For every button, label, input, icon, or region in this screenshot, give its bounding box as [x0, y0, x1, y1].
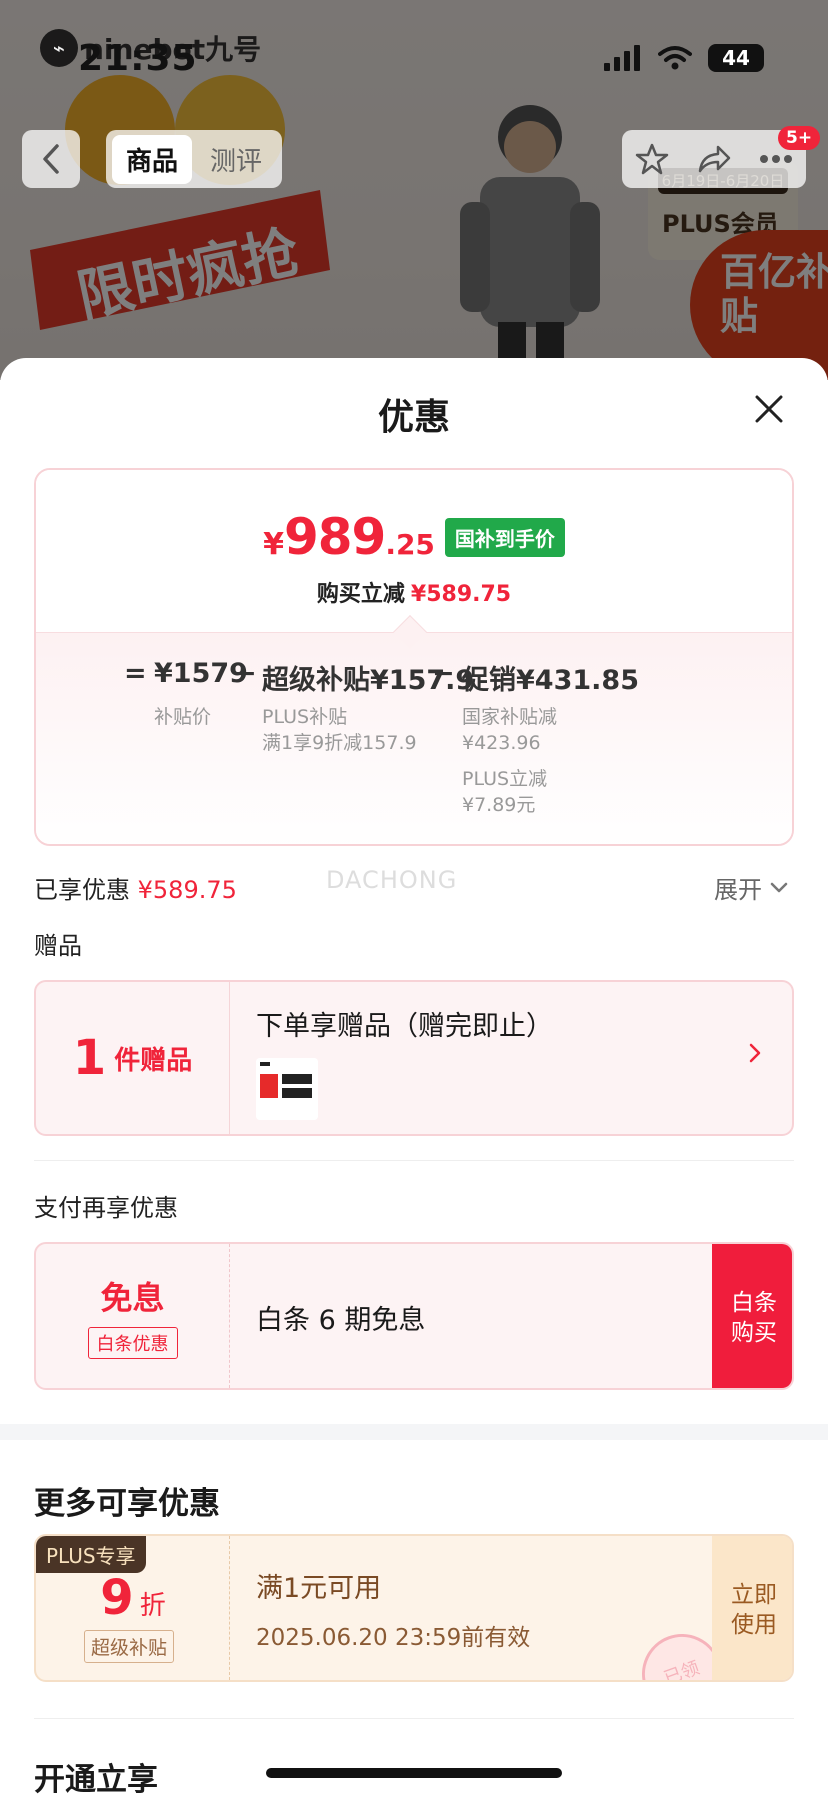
final-price: ¥ 989 .25 国补到手价 — [36, 508, 792, 566]
more-icon[interactable] — [759, 154, 793, 164]
super-subsidy-value: ¥157.9 — [370, 665, 475, 696]
battery-icon: 44 — [708, 44, 764, 72]
gift-count: 1 件赠品 — [36, 982, 230, 1134]
tab-product[interactable]: 商品 — [112, 134, 193, 184]
interest-free-badge: 免息 白条优惠 — [36, 1244, 230, 1388]
coupon-condition: 满1元可用 — [256, 1573, 382, 1604]
promotion-sub-2: ¥423.96 — [462, 732, 541, 754]
gift-count-unit: 件赠品 — [114, 1045, 193, 1076]
price-integer: 989 — [283, 508, 386, 566]
back-button[interactable] — [22, 130, 80, 188]
wifi-icon — [658, 46, 692, 70]
subsidy-price-tag: 国补到手价 — [444, 518, 565, 557]
product-navbar: 商品 测评 — [0, 130, 828, 190]
divider — [34, 1718, 794, 1719]
open-membership-title: 开通立享 — [34, 1762, 158, 1796]
share-icon[interactable] — [696, 143, 732, 175]
chevron-right-icon — [749, 1043, 761, 1063]
promotion: 促销¥431.85 — [462, 658, 639, 697]
gift-count-number: 1 — [72, 1030, 107, 1086]
baitiao-buy-label: 白条 购买 — [731, 1290, 777, 1346]
close-icon[interactable] — [748, 388, 790, 430]
expand-label: 展开 — [714, 876, 762, 904]
formula-minus-1: − — [234, 658, 257, 689]
plus-exclusive-tag: PLUS专享 — [36, 1536, 146, 1573]
instant-reduction: 购买立减 ¥589.75 — [36, 576, 792, 608]
baitiao-installment-text: 白条 6 期免息 — [256, 1305, 426, 1336]
more-offers-title: 更多可享优惠 — [34, 1486, 220, 1522]
product-tabs: 商品 测评 — [106, 130, 283, 188]
super-subsidy-label: 超级补贴 — [262, 665, 370, 696]
discount-sheet: 优惠 ¥ 989 .25 国补到手价 购买立减 ¥589.75 = ¥1579 补… — [0, 358, 828, 1796]
status-time: 21:35 — [78, 38, 198, 79]
price-summary: ¥ 989 .25 国补到手价 购买立减 ¥589.75 — [36, 470, 792, 632]
sheet-title: 优惠 — [377, 397, 450, 438]
enjoyed-label: 已享优惠 — [34, 876, 130, 904]
expand-button[interactable]: 展开 — [714, 870, 788, 905]
enjoyed-amount: ¥589.75 — [137, 876, 237, 904]
chevron-left-icon — [43, 144, 59, 174]
promotion-sub-3: PLUS立减 — [462, 768, 548, 790]
home-indicator — [266, 1768, 562, 1778]
coupon-discount-value: 9折 — [36, 1570, 230, 1626]
status-bar: ⌁ ninebot九号 21:35 44 — [0, 0, 828, 110]
promotion-sub-1: 国家补贴减 — [462, 706, 558, 728]
promotion-label: 促销 — [462, 665, 516, 696]
gift-thumbnail — [256, 1058, 318, 1120]
use-coupon-button[interactable]: 立即 使用 — [712, 1536, 792, 1680]
ninebot-logo-icon: ⌁ — [40, 29, 78, 67]
price-breakdown-card: ¥ 989 .25 国补到手价 购买立减 ¥589.75 = ¥1579 补贴价 … — [34, 468, 794, 846]
discount-unit: 折 — [139, 1591, 166, 1621]
formula-minus-2: − — [432, 658, 455, 689]
section-separator — [0, 1424, 828, 1440]
gift-card[interactable]: 1 件赠品 下单享赠品（赠完即止） — [34, 980, 794, 1136]
status-icons: 44 — [604, 44, 764, 72]
signal-icon — [604, 45, 640, 71]
watermark: DACHONG — [326, 866, 458, 894]
gift-title: 下单享赠品（赠完即止） — [256, 1011, 553, 1042]
formula-equals: = — [124, 658, 147, 689]
coupon-validity: 2025.06.20 23:59前有效 — [256, 1625, 531, 1651]
tab-review[interactable]: 测评 — [196, 135, 276, 184]
plus-coupon-card: 9折 超级补贴 PLUS专享 满1元可用 2025.06.20 23:59前有效… — [34, 1534, 794, 1682]
baitiao-buy-button[interactable]: 白条 购买 — [712, 1244, 792, 1388]
reduce-label: 购买立减 — [316, 582, 405, 607]
baitiao-discount-label: 白条优惠 — [87, 1327, 178, 1359]
use-coupon-label: 立即 使用 — [731, 1582, 777, 1638]
message-badge: 5+ — [778, 126, 821, 150]
discount-number: 9 — [100, 1570, 134, 1626]
reduce-amount: ¥589.75 — [410, 582, 512, 607]
price-decimal: .25 — [385, 528, 435, 561]
gift-section-title: 赠品 — [34, 932, 82, 960]
super-subsidy-sub-1: PLUS补贴 — [262, 706, 348, 728]
promotion-value: ¥431.85 — [516, 665, 639, 696]
coupon-type-label: 超级补贴 — [84, 1630, 175, 1663]
baitiao-card: 免息 白条优惠 白条 6 期免息 白条 购买 — [34, 1242, 794, 1390]
super-subsidy-sub-2: 满1享9折减157.9 — [262, 732, 417, 754]
interest-free-label: 免息 — [100, 1279, 165, 1317]
enjoyed-discount: 已享优惠 ¥589.75 — [34, 870, 237, 905]
base-price-label: 补贴价 — [154, 706, 212, 728]
pay-section-title: 支付再享优惠 — [34, 1194, 178, 1222]
star-icon[interactable] — [635, 142, 669, 176]
promotion-sub-4: ¥7.89元 — [462, 794, 536, 816]
chevron-down-icon — [770, 882, 788, 892]
divider — [34, 1160, 794, 1161]
price-currency: ¥ — [263, 527, 284, 562]
